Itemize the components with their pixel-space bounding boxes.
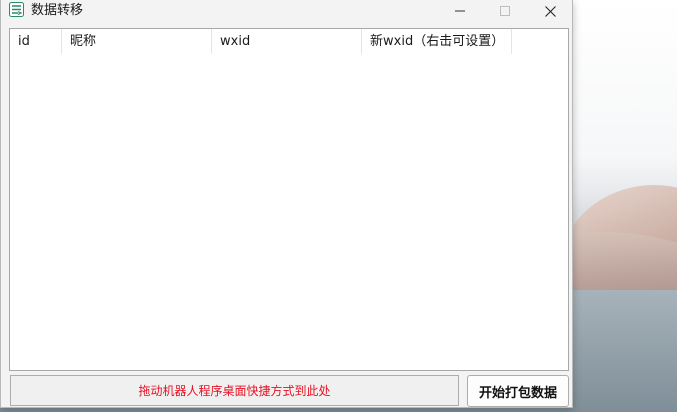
- app-icon: [9, 2, 24, 17]
- data-transfer-window: 数据转移 id 昵称 wxid 新wxid（右击可设置） 拖动机器人程序桌面快捷…: [0, 0, 573, 408]
- start-packing-button[interactable]: 开始打包数据: [467, 375, 569, 407]
- maximize-button[interactable]: [482, 0, 528, 22]
- maximize-icon: [500, 6, 510, 16]
- column-header-wxid[interactable]: wxid: [212, 29, 362, 54]
- column-header-new-wxid[interactable]: 新wxid（右击可设置）: [362, 29, 512, 54]
- list-header: id 昵称 wxid 新wxid（右击可设置）: [10, 29, 568, 54]
- close-button[interactable]: [527, 0, 573, 22]
- minimize-icon: [455, 10, 465, 12]
- minimize-button[interactable]: [437, 0, 483, 22]
- title-bar[interactable]: 数据转移: [1, 0, 572, 22]
- window-title: 数据转移: [31, 3, 84, 18]
- column-header-nickname[interactable]: 昵称: [62, 29, 212, 54]
- close-icon: [544, 5, 556, 17]
- account-list-view[interactable]: id 昵称 wxid 新wxid（右击可设置）: [9, 28, 569, 371]
- column-header-id[interactable]: id: [10, 29, 62, 54]
- shortcut-drop-zone[interactable]: 拖动机器人程序桌面快捷方式到此处: [10, 375, 459, 406]
